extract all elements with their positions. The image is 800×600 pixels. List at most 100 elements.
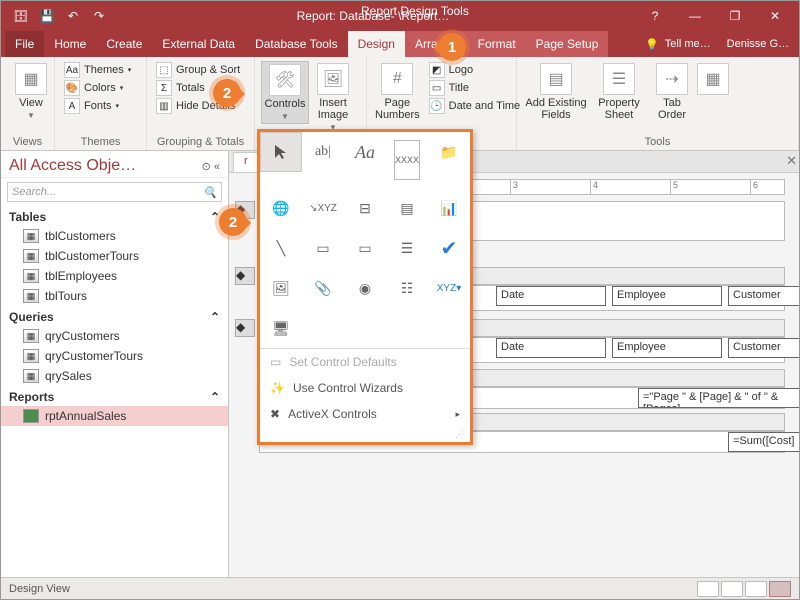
view-switcher (697, 581, 791, 597)
fonts-button[interactable]: AFonts ▾ (61, 97, 140, 115)
control-page-break[interactable]: ⊟ (344, 188, 386, 228)
nav-collapse-icon[interactable]: ⊙ « (202, 160, 220, 173)
nav-item-qrycustomers[interactable]: ▦qryCustomers (1, 326, 228, 346)
add-existing-fields-button[interactable]: ▤Add Existing Fields (523, 61, 589, 123)
control-combo-box[interactable]: ▤ (386, 188, 428, 228)
restore-button[interactable]: ❐ (715, 1, 755, 31)
control-tab[interactable]: 📁 (428, 132, 470, 172)
date-time-button[interactable]: 🕒Date and Time (426, 97, 524, 115)
control-chart[interactable]: 📊 (428, 188, 470, 228)
control-unbound-object[interactable]: 🖥 (260, 308, 302, 348)
close-document-icon[interactable]: ✕ (786, 153, 797, 169)
page-expression-field[interactable]: ="Page " & [Page] & " of " & [Pages] (638, 388, 799, 408)
nav-item-rptannualsales[interactable]: rptAnnualSales (1, 406, 228, 426)
tell-me[interactable]: 💡 Tell me… Denisse G… (635, 31, 799, 57)
controls-button-label: Controls (265, 98, 306, 110)
view-print-preview-button[interactable] (721, 581, 743, 597)
controls-button[interactable]: 🛠 Controls ▼ (261, 61, 309, 124)
tab-external-data[interactable]: External Data (152, 31, 245, 57)
menu-use-control-wizards[interactable]: ✨Use Control Wizards (260, 375, 470, 401)
nav-item-label: qryCustomerTours (45, 349, 143, 363)
page-numbers-button[interactable]: # Page Numbers (373, 61, 422, 123)
control-line[interactable]: ╲ (260, 228, 302, 268)
group-themes-label: Themes (55, 136, 146, 148)
redo-icon[interactable]: ↷ (87, 4, 111, 28)
section-selector[interactable]: ◆ (235, 267, 255, 285)
undo-icon[interactable]: ↶ (61, 4, 85, 28)
control-check-box[interactable]: ✔ (428, 228, 470, 268)
tab-file[interactable]: File (5, 31, 44, 57)
control-label[interactable]: Aa (344, 132, 386, 172)
tab-design[interactable]: Design (348, 31, 405, 57)
sum-cost-field[interactable]: =Sum([Cost] (728, 432, 799, 452)
control-option-button[interactable]: ◉ (344, 268, 386, 308)
header-date-label[interactable]: Date (496, 286, 606, 306)
colors-button[interactable]: 🎨Colors ▾ (61, 79, 140, 97)
detail-employee-field[interactable]: Employee (612, 338, 722, 358)
account-name[interactable]: Denisse G… (727, 38, 789, 50)
control-navigation[interactable]: ↘XYZ (302, 188, 344, 228)
section-selector[interactable]: ◆ (235, 319, 255, 337)
control-select-pointer[interactable] (260, 132, 302, 172)
minimize-button[interactable]: — (675, 1, 715, 31)
document-tab[interactable]: r (233, 152, 259, 172)
control-button[interactable]: XXXX (394, 140, 420, 180)
save-icon[interactable]: 💾 (35, 4, 59, 28)
control-toggle-button[interactable]: ▭ (344, 228, 386, 268)
tab-format[interactable]: Format (468, 31, 526, 57)
detail-date-field[interactable]: Date (496, 338, 606, 358)
control-list-box[interactable]: ☰ (386, 228, 428, 268)
more-tools-button[interactable]: ▦ (697, 61, 729, 97)
view-button[interactable]: ▦ View ▼ (7, 61, 55, 122)
view-icon: ▦ (15, 63, 47, 95)
controls-icon: 🛠 (269, 64, 301, 96)
nav-item-tblcustomertours[interactable]: ▦tblCustomerTours (1, 246, 228, 266)
detail-customer-field[interactable]: Customer (728, 338, 799, 358)
control-empty (344, 308, 386, 348)
contextual-tab-title: Report Design Tools (361, 4, 469, 18)
themes-button[interactable]: AaThemes ▾ (61, 61, 140, 79)
view-design-button[interactable] (769, 581, 791, 597)
tab-page-setup[interactable]: Page Setup (526, 31, 609, 57)
header-employee-label[interactable]: Employee (612, 286, 722, 306)
nav-item-tblemployees[interactable]: ▦tblEmployees (1, 266, 228, 286)
header-customer-label[interactable]: Customer (728, 286, 799, 306)
logo-button[interactable]: ◩Logo (426, 61, 524, 79)
help-button[interactable]: ? (635, 1, 675, 31)
title-button[interactable]: ▭Title (426, 79, 524, 97)
control-rectangle[interactable]: ▭ (302, 228, 344, 268)
property-sheet-button[interactable]: ☰Property Sheet (591, 61, 647, 123)
view-layout-button[interactable] (745, 581, 767, 597)
clock-icon: 🕒 (429, 98, 445, 114)
control-subform[interactable]: ☷ (386, 268, 428, 308)
insert-image-button[interactable]: 🖼 Insert Image ▼ (309, 61, 357, 134)
nav-search[interactable]: Search... 🔍 (7, 182, 222, 202)
nav-item-tbltours[interactable]: ▦tblTours (1, 286, 228, 306)
resize-grip-icon[interactable]: ⋰ (260, 427, 470, 442)
control-textbox[interactable]: ab| (302, 132, 344, 172)
nav-item-tblcustomers[interactable]: ▦tblCustomers (1, 226, 228, 246)
control-image[interactable]: 🖼 (260, 268, 302, 308)
control-hyperlink[interactable]: 🌐 (260, 188, 302, 228)
view-report-button[interactable] (697, 581, 719, 597)
nav-group-reports[interactable]: Reports⌃ (1, 386, 228, 406)
access-app-icon: 🗄 (9, 4, 33, 28)
group-sort-button[interactable]: ⬚Group & Sort (153, 61, 248, 79)
tab-order-button[interactable]: ⇢Tab Order (649, 61, 695, 123)
nav-item-qrysales[interactable]: ▦qrySales (1, 366, 228, 386)
nav-group-queries[interactable]: Queries⌃ (1, 306, 228, 326)
tab-database-tools[interactable]: Database Tools (245, 31, 348, 57)
nav-header[interactable]: All Access Obje… ⊙ « (1, 151, 228, 178)
ruler-tick: 3 (510, 180, 518, 194)
close-button[interactable]: ✕ (755, 1, 795, 31)
menu-activex-controls[interactable]: ✖ActiveX Controls▸ (260, 401, 470, 427)
tab-create[interactable]: Create (96, 31, 152, 57)
nav-group-tables[interactable]: Tables⌃ (1, 206, 228, 226)
tab-home[interactable]: Home (44, 31, 96, 57)
table-icon: ▦ (23, 229, 39, 243)
nav-item-qrycustomertours[interactable]: ▦qryCustomerTours (1, 346, 228, 366)
control-bound-object[interactable]: XYZ▾ (428, 268, 470, 308)
control-empty (428, 308, 470, 348)
control-attachment[interactable]: 📎 (302, 268, 344, 308)
status-view-label: Design View (9, 583, 70, 595)
